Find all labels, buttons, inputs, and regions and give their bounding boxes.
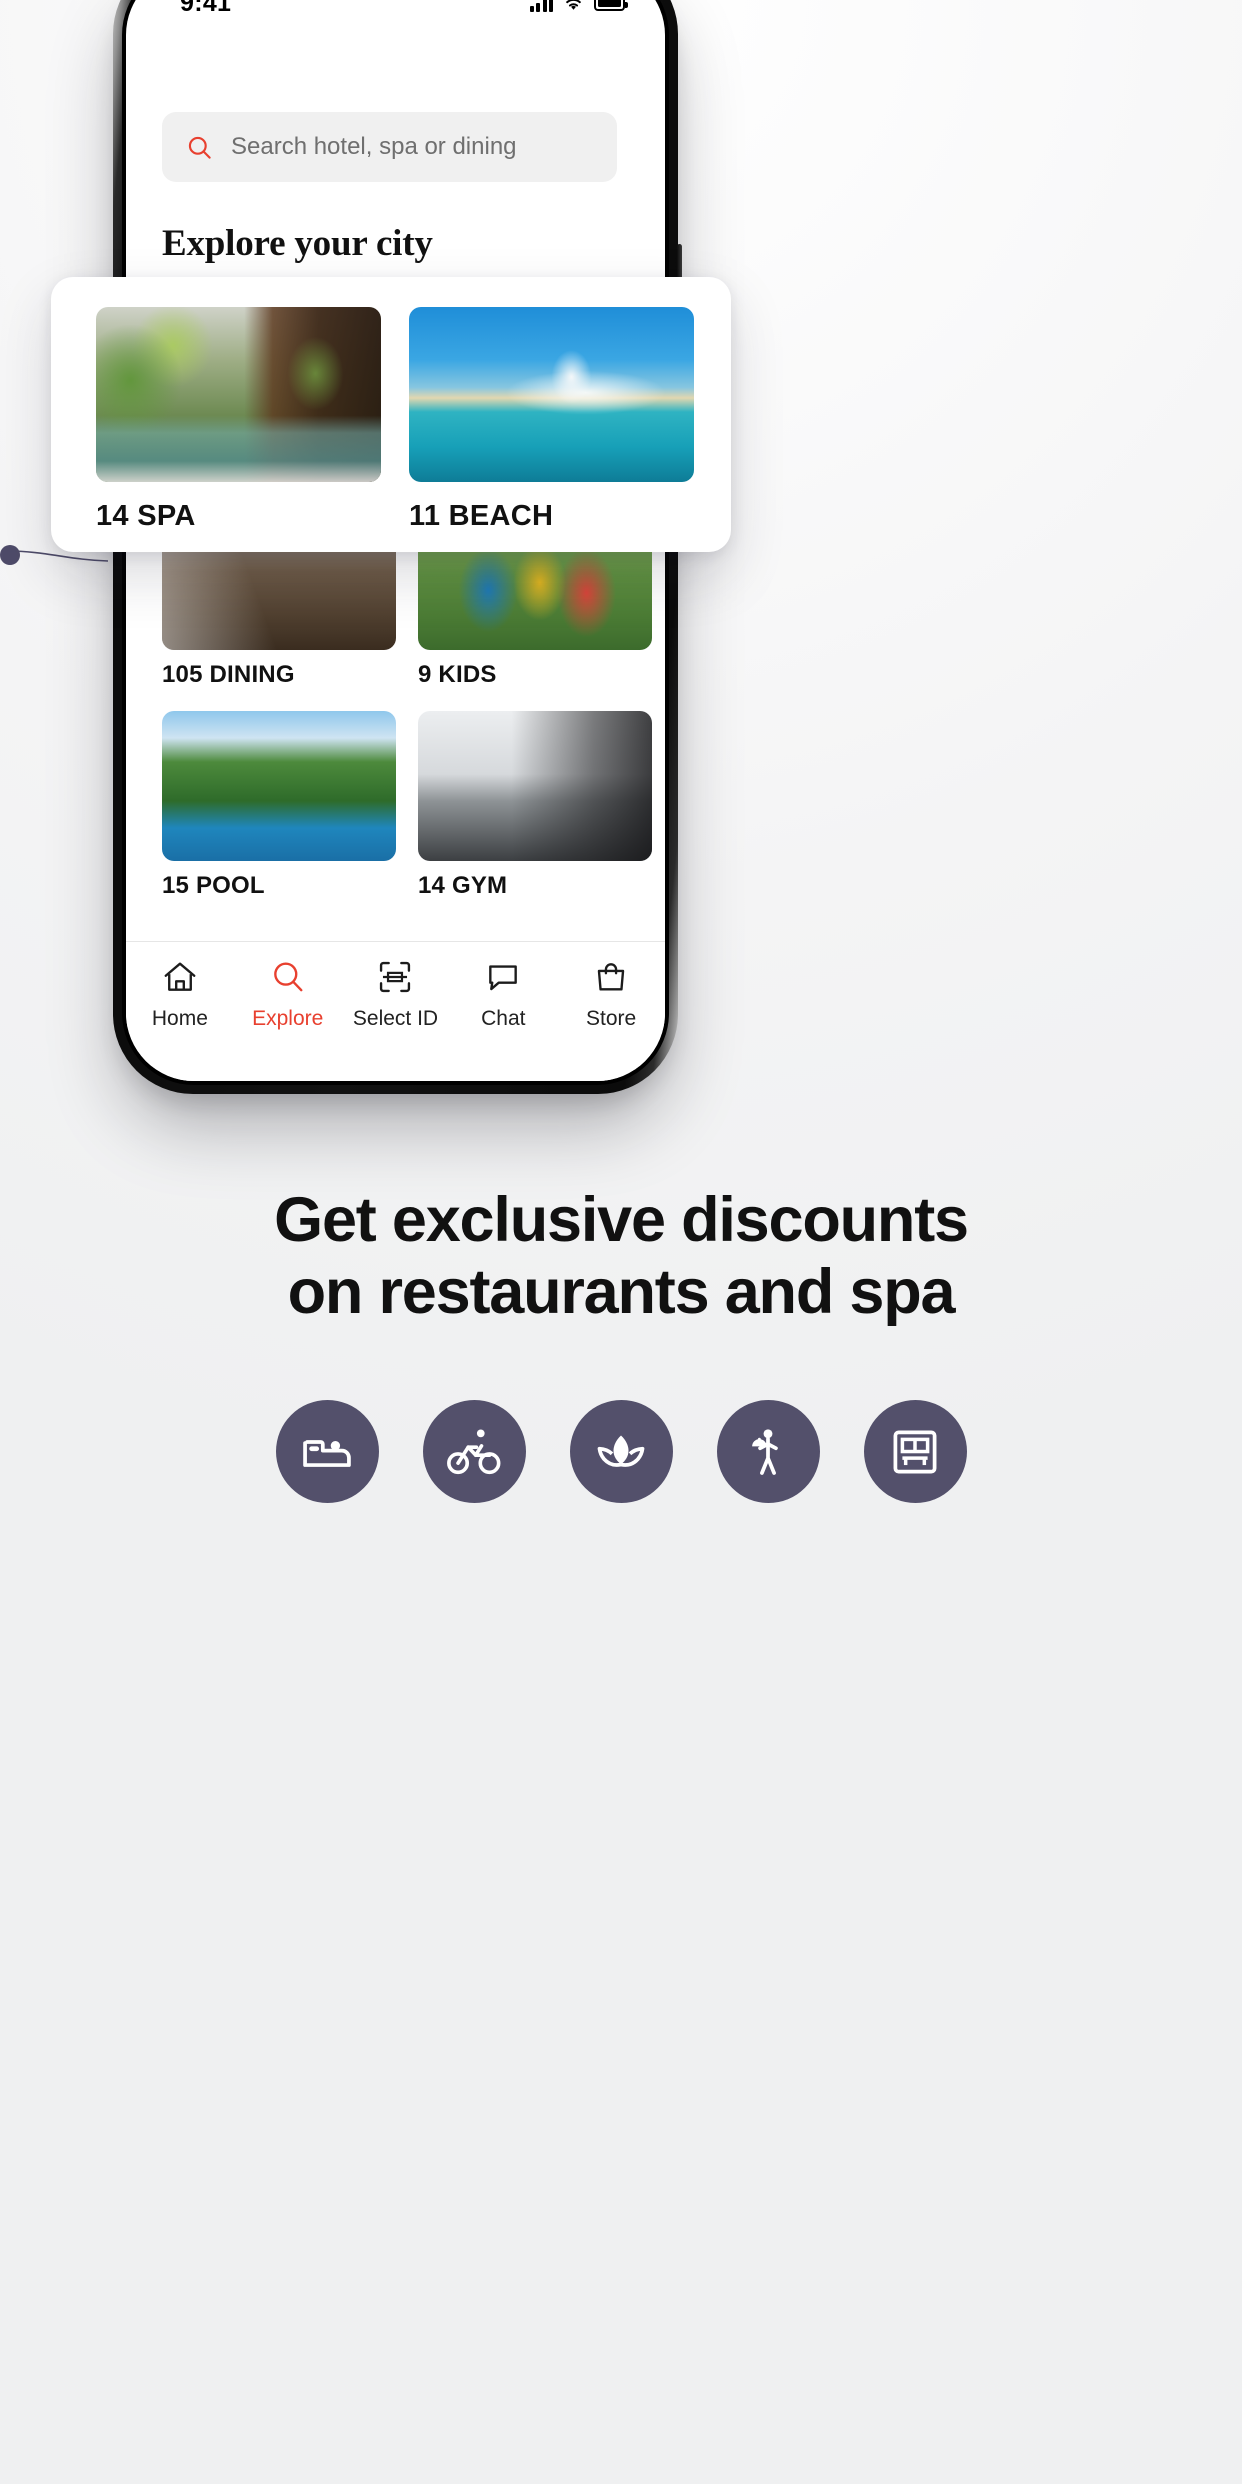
tab-label-select-id: Select ID — [352, 1007, 439, 1030]
chat-bubble-icon — [489, 965, 518, 991]
scan-id-icon — [380, 961, 411, 993]
promo-icon-bicycle[interactable] — [422, 1400, 526, 1503]
home-icon — [164, 962, 196, 991]
highlight-item-spa[interactable]: 14 SPA — [96, 307, 381, 552]
highlight-image-beach — [409, 307, 694, 482]
promo-icon-lotus[interactable] — [569, 1400, 673, 1503]
tab-select-id[interactable]: Select ID — [342, 958, 450, 1031]
page-title: Explore your city — [162, 223, 433, 264]
search-input[interactable]: Search hotel, spa or dining — [162, 112, 617, 182]
page-background: 9:41 Search hotel, spa or dining Explore… — [0, 0, 1242, 2484]
category-image-gym — [418, 711, 652, 861]
highlight-label-spa: 14 SPA — [96, 500, 196, 532]
tab-label-home: Home — [151, 1007, 208, 1030]
search-placeholder: Search hotel, spa or dining — [231, 133, 517, 160]
highlight-label-beach: 11 BEACH — [409, 500, 554, 532]
concierge-waiter-icon — [752, 1428, 778, 1475]
promo-icon-bed[interactable] — [275, 1400, 379, 1503]
battery-icon — [594, 0, 628, 11]
status-bar-icons — [529, 0, 628, 12]
tab-home[interactable]: Home — [126, 958, 234, 1031]
highlight-item-beach[interactable]: 11 BEACH — [409, 307, 694, 552]
phone-mockup: 9:41 Search hotel, spa or dining Explore… — [113, 0, 682, 1114]
signal-bars-icon — [529, 0, 553, 12]
category-label-pool: 15 POOL — [162, 872, 265, 899]
promo-headline-line1: Get exclusive discounts — [274, 1185, 969, 1255]
wifi-icon — [566, 0, 581, 10]
category-card-gym[interactable]: 14 GYM — [418, 711, 652, 900]
lotus-flower-icon — [597, 1435, 645, 1467]
search-icon — [273, 962, 303, 992]
tab-label-chat: Chat — [481, 1007, 526, 1030]
shopping-bag-icon — [597, 963, 625, 991]
category-label-kids: 9 KIDS — [418, 661, 497, 688]
tab-chat[interactable]: Chat — [449, 958, 557, 1031]
category-label-dining: 105 DINING — [162, 661, 295, 688]
bed-icon — [303, 1439, 351, 1467]
highlight-image-spa — [96, 307, 381, 482]
promo-headline-line2: on restaurants and spa — [287, 1256, 956, 1327]
promo-icon-concierge[interactable] — [716, 1400, 820, 1503]
tram-bus-icon — [893, 1430, 937, 1473]
status-bar: 9:41 — [126, 0, 665, 25]
highlight-card: 14 SPA 11 BEACH — [51, 277, 731, 552]
bicycle-icon — [447, 1429, 501, 1474]
search-icon — [188, 136, 211, 159]
category-label-gym: 14 GYM — [418, 872, 508, 899]
promo-icon-tram[interactable] — [863, 1400, 967, 1503]
status-bar-time: 9:41 — [180, 0, 232, 17]
tab-store[interactable]: Store — [557, 958, 665, 1031]
category-image-pool — [162, 711, 396, 861]
category-card-pool[interactable]: 15 POOL — [162, 711, 396, 900]
promo-section: Get exclusive discounts on restaurants a… — [0, 1185, 1242, 1329]
promo-icon-row — [0, 1400, 1242, 1503]
bottom-navigation-bar: Home Explore Select ID Chat Store — [126, 941, 665, 1081]
tab-label-store: Store — [585, 1007, 637, 1030]
tab-explore[interactable]: Explore — [234, 958, 342, 1031]
tab-label-explore: Explore — [252, 1007, 324, 1030]
